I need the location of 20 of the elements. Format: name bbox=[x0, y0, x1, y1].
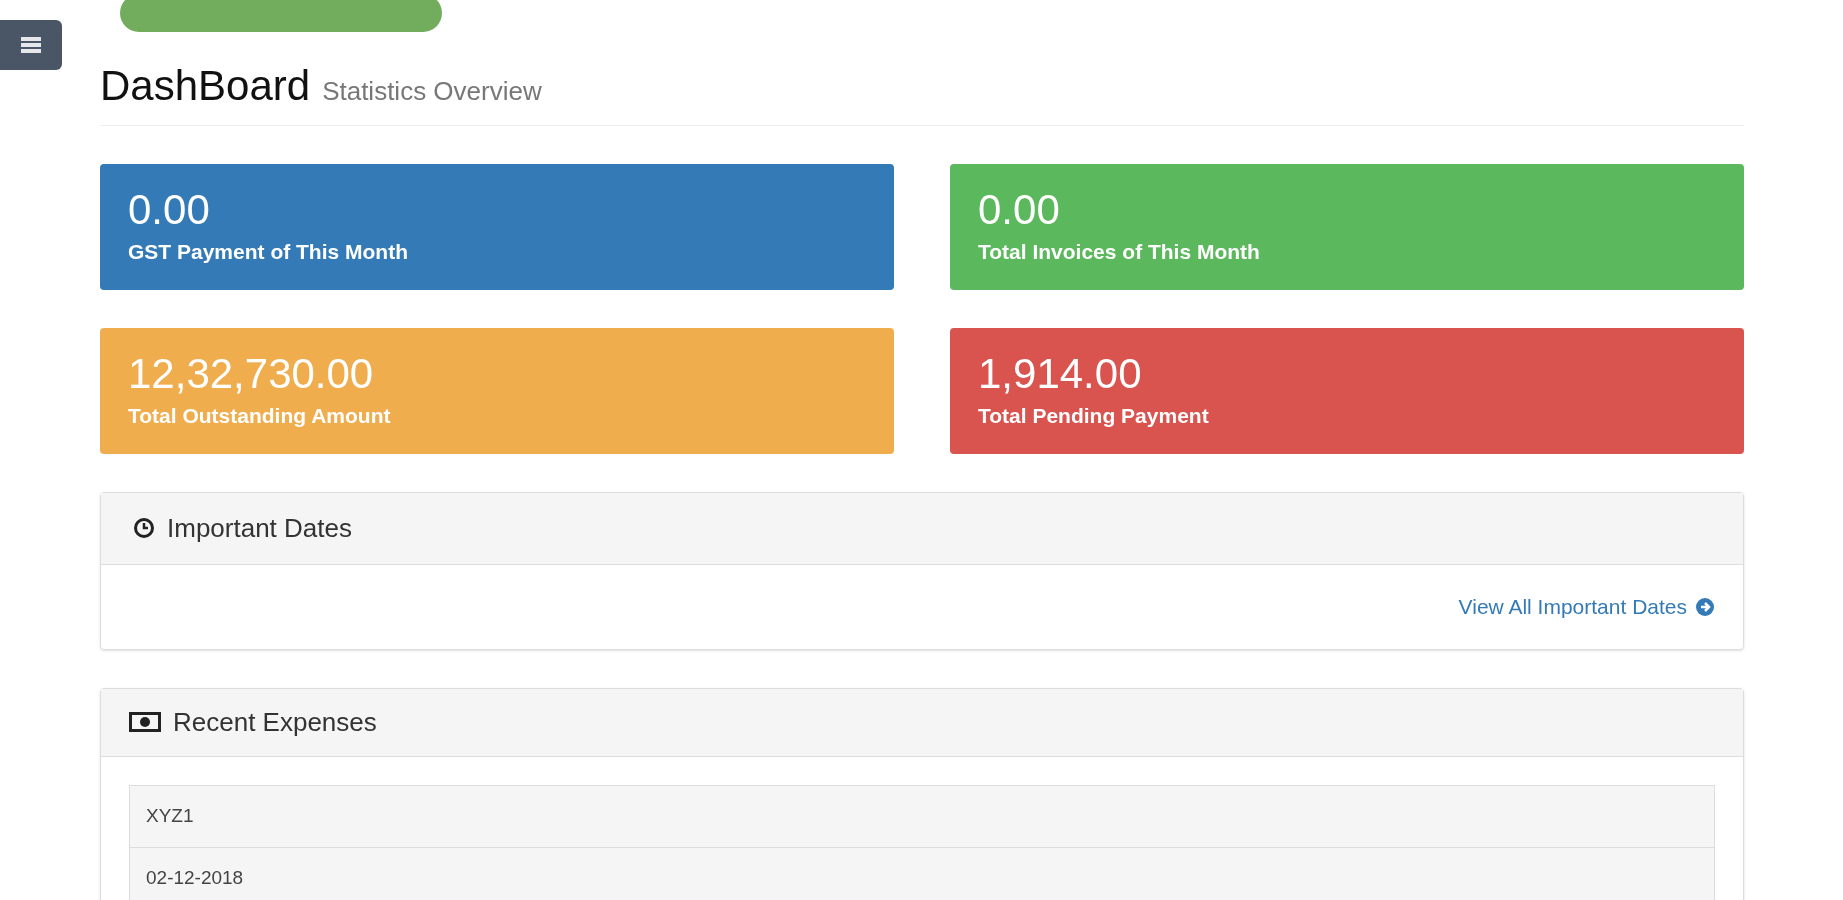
money-icon bbox=[129, 712, 161, 732]
clock-icon bbox=[133, 517, 155, 539]
menu-icon bbox=[21, 36, 41, 54]
stat-label: GST Payment of This Month bbox=[128, 239, 409, 265]
stat-label: Total Invoices of This Month bbox=[978, 239, 1261, 265]
stat-label: Total Outstanding Amount bbox=[128, 403, 392, 429]
table-cell: XYZ1 bbox=[130, 785, 1714, 848]
stat-label: Total Pending Payment bbox=[978, 403, 1210, 429]
page-title: DashBoard bbox=[100, 61, 311, 111]
stat-value: 0.00 bbox=[128, 184, 211, 235]
panel-title: Recent Expenses bbox=[173, 705, 377, 739]
page-subtitle: Statistics Overview bbox=[322, 75, 542, 108]
menu-button[interactable] bbox=[0, 20, 62, 70]
stat-value: 1,914.00 bbox=[978, 348, 1143, 399]
arrow-circle-icon bbox=[1695, 596, 1715, 617]
panel-title: Important Dates bbox=[167, 511, 352, 545]
view-all-link[interactable]: View All Important Dates bbox=[1458, 590, 1715, 623]
stat-value: 0.00 bbox=[978, 184, 1061, 235]
stat-value: 12,32,730.00 bbox=[128, 348, 375, 399]
table-cell: 02-12-2018 bbox=[130, 847, 1714, 900]
